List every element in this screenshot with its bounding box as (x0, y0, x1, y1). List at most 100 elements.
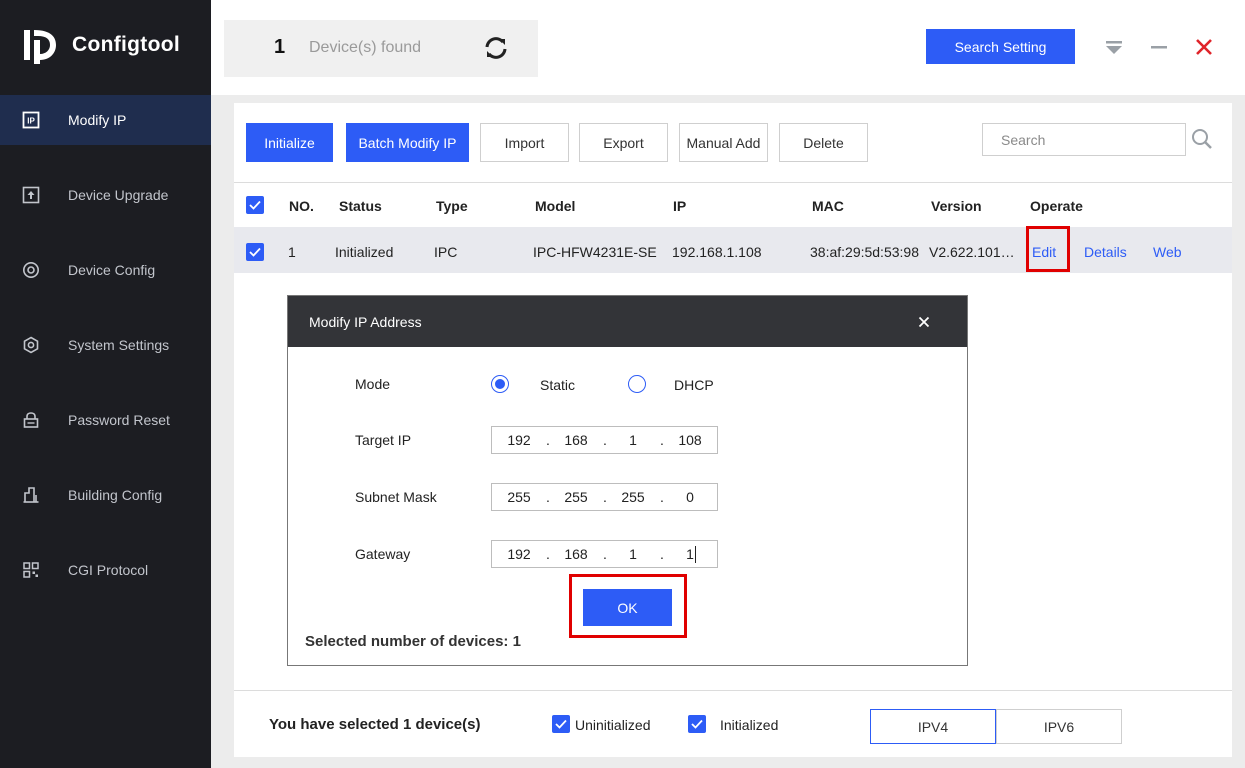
subnet-mask-octet-2[interactable]: 255 (556, 489, 596, 505)
initialize-button[interactable]: Initialize (246, 123, 333, 162)
ip-dot: . (546, 546, 550, 562)
search-icon[interactable] (1190, 127, 1214, 151)
row-checkbox[interactable] (246, 243, 264, 261)
sidebar-item-label: Device Upgrade (68, 187, 169, 203)
initialized-label: Initialized (720, 717, 779, 733)
table-divider (234, 182, 1232, 183)
details-link[interactable]: Details (1084, 244, 1127, 260)
target-ip-octet-2[interactable]: 168 (556, 432, 596, 448)
subnet-mask-octet-1[interactable]: 255 (499, 489, 539, 505)
devices-found-label: Device(s) found (309, 39, 422, 56)
ip-icon: IP (21, 110, 41, 130)
sidebar: Configtool IP Modify IP Device Upgrade D… (0, 0, 211, 768)
gateway-octet-4[interactable]: 1 (670, 546, 710, 562)
dialog-title: Modify IP Address (309, 314, 422, 330)
text-cursor (695, 546, 696, 563)
sidebar-item-device-upgrade[interactable]: Device Upgrade (0, 170, 211, 220)
ip-dot: . (660, 489, 664, 505)
target-ip-octet-1[interactable]: 192 (499, 432, 539, 448)
selected-devices-count: Selected number of devices: 1 (305, 633, 521, 650)
ip-dot: . (546, 432, 550, 448)
sidebar-item-label: System Settings (68, 337, 170, 353)
ip-dot: . (660, 432, 664, 448)
dhcp-radio[interactable] (628, 375, 646, 393)
modify-ip-dialog: Modify IP Address Mode Static DHCP Targe… (287, 295, 968, 666)
search-setting-button[interactable]: Search Setting (926, 29, 1075, 64)
app-logo: Configtool (22, 26, 180, 64)
building-icon (21, 485, 41, 505)
dialog-header: Modify IP Address (288, 296, 967, 347)
target-ip-label: Target IP (355, 432, 412, 448)
sidebar-item-cgi-protocol[interactable]: CGI Protocol (0, 545, 211, 595)
dhcp-radio-label: DHCP (674, 377, 714, 393)
sidebar-item-label: Device Config (68, 262, 156, 278)
target-ip-field[interactable]: 192 . 168 . 1 . 108 (491, 426, 718, 454)
cell-model: IPC-HFW4231E-SE (533, 244, 657, 260)
subnet-mask-octet-3[interactable]: 255 (613, 489, 653, 505)
column-header-operate: Operate (1030, 198, 1083, 214)
column-header-status: Status (339, 198, 382, 214)
upgrade-icon (21, 185, 41, 205)
ip-dot: . (603, 432, 607, 448)
cell-type: IPC (434, 244, 458, 260)
gateway-field[interactable]: 192 . 168 . 1 . 1 (491, 540, 718, 568)
sidebar-item-label: CGI Protocol (68, 562, 149, 578)
cell-no: 1 (288, 244, 296, 260)
gateway-octet-3[interactable]: 1 (613, 546, 653, 562)
dropdown-menu-icon[interactable] (1103, 36, 1125, 58)
footer-divider (234, 690, 1232, 691)
sidebar-item-system-settings[interactable]: System Settings (0, 320, 211, 370)
lock-icon (21, 410, 41, 430)
search-input[interactable] (982, 123, 1186, 156)
select-all-checkbox[interactable] (246, 196, 264, 214)
refresh-icon[interactable] (482, 34, 510, 62)
devices-found-panel: 1 Device(s) found (224, 20, 538, 77)
target-ip-octet-3[interactable]: 1 (613, 432, 653, 448)
column-header-version: Version (931, 198, 982, 214)
delete-button[interactable]: Delete (779, 123, 868, 162)
app-name: Configtool (72, 33, 180, 56)
export-button[interactable]: Export (579, 123, 668, 162)
dialog-close-icon[interactable] (916, 314, 932, 330)
column-header-model: Model (535, 198, 576, 214)
selected-devices-text: You have selected 1 device(s) (269, 716, 481, 733)
header: 1 Device(s) found Search Setting (211, 0, 1245, 95)
cell-ip: 192.168.1.108 (672, 244, 762, 260)
import-button[interactable]: Import (480, 123, 569, 162)
static-radio[interactable] (491, 375, 509, 393)
gateway-octet-1[interactable]: 192 (499, 546, 539, 562)
batch-modify-ip-button[interactable]: Batch Modify IP (346, 123, 469, 162)
web-link[interactable]: Web (1153, 244, 1182, 260)
cell-version: V2.622.101… (929, 244, 1015, 260)
qr-icon (21, 560, 41, 580)
minimize-icon[interactable] (1148, 36, 1170, 58)
sidebar-item-label: Password Reset (68, 412, 170, 428)
uninitialized-checkbox[interactable] (552, 715, 570, 733)
sidebar-item-modify-ip[interactable]: IP Modify IP (0, 95, 211, 145)
close-icon[interactable] (1193, 36, 1215, 58)
initialized-checkbox[interactable] (688, 715, 706, 733)
static-radio-label: Static (540, 377, 576, 393)
ip-dot: . (660, 546, 664, 562)
gateway-label: Gateway (355, 546, 411, 562)
column-header-type: Type (436, 198, 468, 214)
ip-dot: . (603, 546, 607, 562)
sidebar-item-device-config[interactable]: Device Config (0, 245, 211, 295)
column-header-no: NO. (289, 198, 314, 214)
subnet-mask-label: Subnet Mask (355, 489, 437, 505)
ipv6-tab[interactable]: IPV6 (996, 709, 1122, 744)
subnet-mask-field[interactable]: 255 . 255 . 255 . 0 (491, 483, 718, 511)
column-header-mac: MAC (812, 198, 844, 214)
manual-add-button[interactable]: Manual Add (679, 123, 768, 162)
ipv4-tab[interactable]: IPV4 (870, 709, 996, 744)
main-panel: Initialize Batch Modify IP Import Export… (234, 103, 1232, 757)
subnet-mask-octet-4[interactable]: 0 (670, 489, 710, 505)
sidebar-item-password-reset[interactable]: Password Reset (0, 395, 211, 445)
ip-dot: . (603, 489, 607, 505)
column-header-ip: IP (673, 198, 687, 214)
sidebar-item-building-config[interactable]: Building Config (0, 470, 211, 520)
target-ip-octet-4[interactable]: 108 (670, 432, 710, 448)
mode-label: Mode (355, 376, 391, 392)
ip-dot: . (546, 489, 550, 505)
gateway-octet-2[interactable]: 168 (556, 546, 596, 562)
